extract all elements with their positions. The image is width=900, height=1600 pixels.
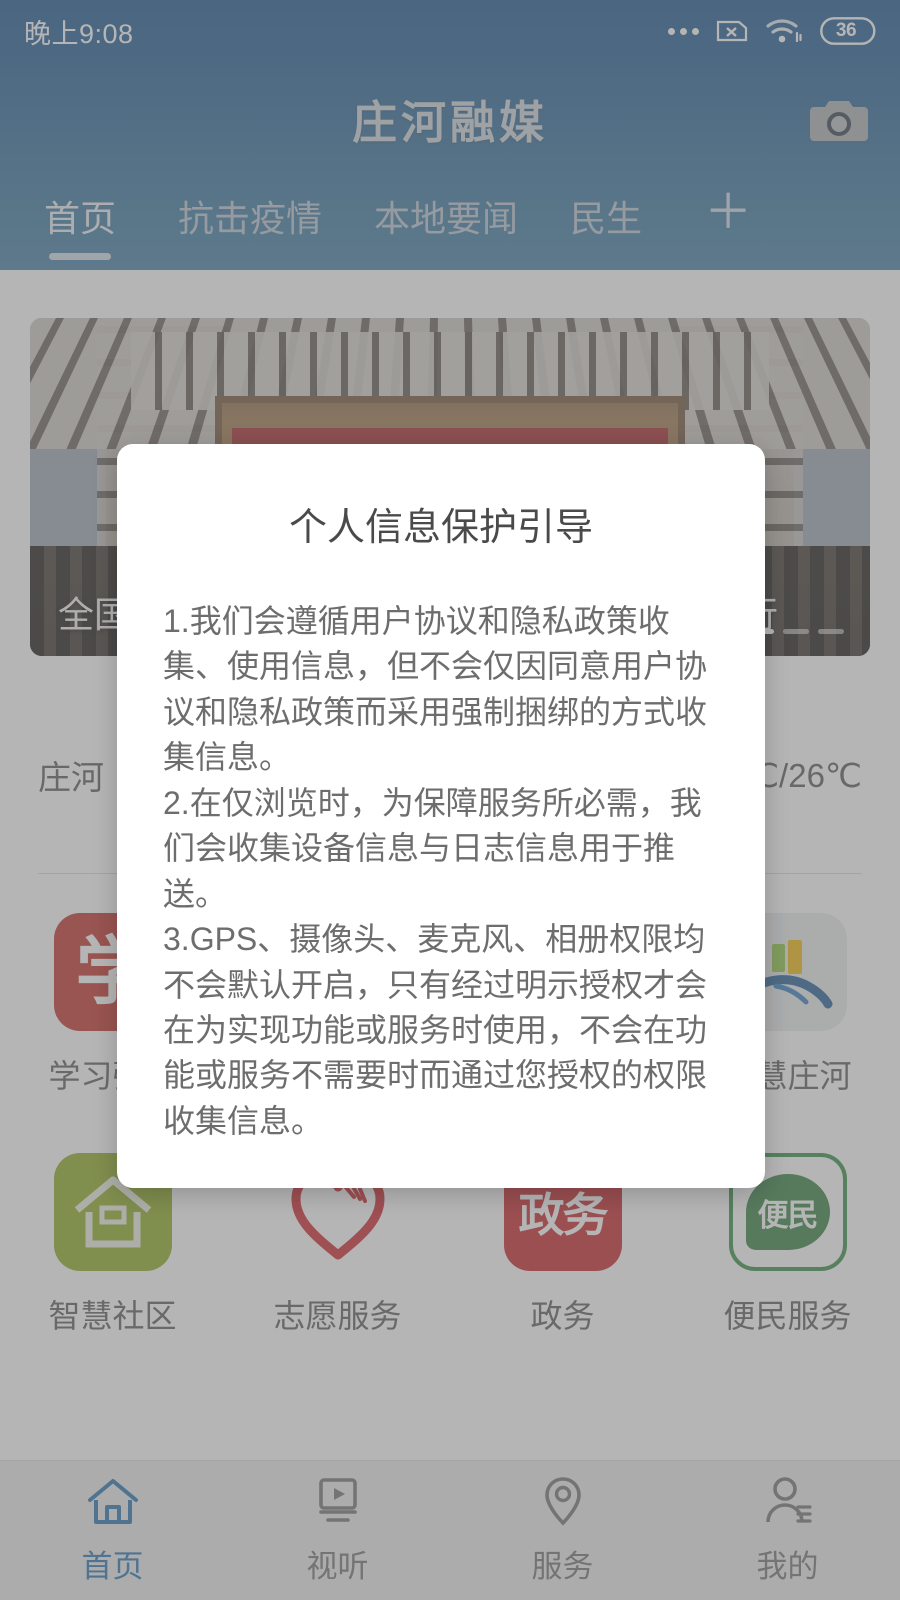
weather-location[interactable]: 庄河 <box>38 751 104 799</box>
grid-item-label: 政务 <box>530 1298 595 1334</box>
more-dots-icon <box>668 27 699 35</box>
profile-icon <box>762 1476 814 1531</box>
nav-item-home[interactable]: 首页 <box>0 1476 225 1586</box>
government-glyph: 政务 <box>518 1189 609 1241</box>
sim-card-disabled-icon <box>716 18 748 44</box>
nav-item-label: 我的 <box>756 1548 819 1584</box>
add-tab-button[interactable]: ＋ <box>704 186 752 237</box>
nav-item-label: 视听 <box>306 1548 369 1584</box>
dialog-body: 1.我们会遵循用户协议和隐私政策收集、使用信息，但不会仅因同意用户协议和隐私政策… <box>117 551 765 1144</box>
location-service-icon <box>540 1476 586 1531</box>
grid-item-label: 志愿服务 <box>273 1298 402 1334</box>
bottom-navigation-bar: 首页 视听 服务 我的 <box>0 1460 900 1600</box>
tab-livelihood[interactable]: 民生 <box>570 186 642 242</box>
dialog-paragraph-2: 2.在仅浏览时，为保障服务所必需，我们会收集设备信息与日志信息用于推送。 <box>163 784 702 912</box>
nav-item-label: 首页 <box>81 1548 144 1584</box>
wifi-icon <box>765 16 803 46</box>
nav-item-service[interactable]: 服务 <box>450 1476 675 1586</box>
battery-level-text: 36 <box>835 20 857 41</box>
convenience-glyph: 便民 <box>757 1197 819 1233</box>
nav-item-label: 服务 <box>531 1548 594 1584</box>
dialog-paragraph-1: 1.我们会遵循用户协议和隐私政策收集、使用信息，但不会仅因同意用户协议和隐私政策… <box>163 603 708 776</box>
status-bar-time: 晚上9:08 <box>24 18 134 49</box>
dialog-title: 个人信息保护引导 <box>288 507 593 549</box>
status-bar: 晚上9:08 36 <box>0 0 900 62</box>
status-bar-icons: 36 <box>668 16 876 46</box>
tab-local-news[interactable]: 本地要闻 <box>374 186 518 242</box>
grid-item-label: 便民服务 <box>723 1298 852 1334</box>
weather-city-label: 庄河 <box>38 759 104 796</box>
nav-item-profile[interactable]: 我的 <box>675 1476 900 1586</box>
tab-home[interactable]: 首页 <box>44 186 116 242</box>
home-icon <box>86 1476 140 1531</box>
page-title: 庄河融媒 <box>351 97 548 148</box>
camera-icon <box>809 95 869 152</box>
category-tab-bar: 首页 抗击疫情 本地要闻 民生 ＋ <box>0 186 900 270</box>
app-header: 晚上9:08 36 庄河融媒 首页 抗击疫情 本地要闻 民生 ＋ <box>0 0 900 270</box>
battery-icon: 36 <box>820 17 876 45</box>
camera-button[interactable] <box>808 95 870 151</box>
grid-item-label: 智慧社区 <box>48 1298 177 1334</box>
dialog-paragraph-3: 3.GPS、摄像头、麦克风、相册权限均不会默认开启，只有经过明示授权才会在为实现… <box>163 921 708 1139</box>
dialog-links-line: 你可以查看完整版用户协议和隐私政策 <box>117 1144 765 1188</box>
app-screen: 晚上9:08 36 庄河融媒 首页 抗击疫情 本地要闻 民生 ＋ 庄河 ℃/26… <box>0 0 900 1600</box>
privacy-dialog: 个人信息保护引导 1.我们会遵循用户协议和隐私政策收集、使用信息，但不会仅因同意… <box>117 444 765 1188</box>
tab-fight-epidemic[interactable]: 抗击疫情 <box>178 186 322 242</box>
video-audio-icon <box>312 1476 364 1531</box>
nav-item-video[interactable]: 视听 <box>225 1476 450 1586</box>
